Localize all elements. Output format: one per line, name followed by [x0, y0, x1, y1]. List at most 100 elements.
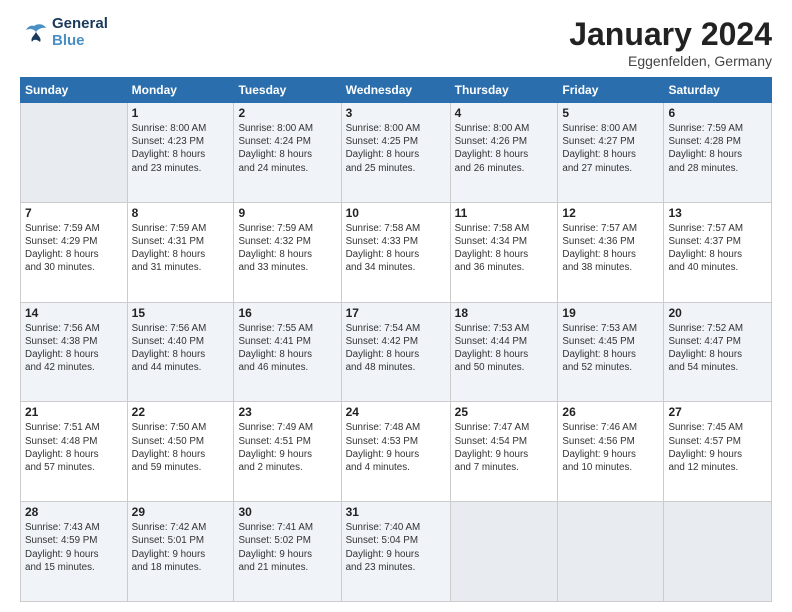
calendar-day-cell: 12Sunrise: 7:57 AMSunset: 4:36 PMDayligh… — [558, 202, 664, 302]
day-number: 8 — [132, 206, 230, 220]
location: Eggenfelden, Germany — [569, 53, 772, 69]
calendar-day-cell: 25 Sunrise: 7:47 AMSunset: 4:54 PMDayligh… — [450, 402, 558, 502]
calendar-day-cell: 19 Sunrise: 7:53 AMSunset: 4:45 PMDayligh… — [558, 302, 664, 402]
calendar-day-cell: 15 Sunrise: 7:56 AMSunset: 4:40 PMDayligh… — [127, 302, 234, 402]
day-info: Sunrise: 7:59 AMSunset: 4:32 PMDaylight:… — [238, 222, 336, 275]
calendar-day-cell: 17 Sunrise: 7:54 AMSunset: 4:42 PMDayligh… — [341, 302, 450, 402]
day-info: Sunrise: 7:52 AMSunset: 4:47 PMDaylight:… — [668, 322, 767, 375]
day-info: Sunrise: 7:54 AMSunset: 4:42 PMDaylight:… — [346, 322, 446, 375]
day-number: 22 — [132, 405, 230, 419]
day-number: 3 — [346, 106, 446, 120]
day-info: Sunrise: 7:56 AMSunset: 4:40 PMDaylight:… — [132, 322, 230, 375]
day-number: 21 — [25, 405, 123, 419]
calendar-day-cell: 9 Sunrise: 7:59 AMSunset: 4:32 PMDaylight… — [234, 202, 341, 302]
day-number: 31 — [346, 505, 446, 519]
day-info: Sunrise: 7:59 AMSunset: 4:28 PMDaylight:… — [668, 122, 767, 175]
calendar-week-row: 14Sunrise: 7:56 AMSunset: 4:38 PMDayligh… — [21, 302, 772, 402]
calendar-week-row: 28 Sunrise: 7:43 AMSunset: 4:59 PMDayligh… — [21, 502, 772, 602]
calendar-day-cell: 16 Sunrise: 7:55 AMSunset: 4:41 PMDayligh… — [234, 302, 341, 402]
day-info: Sunrise: 7:50 AMSunset: 4:50 PMDaylight:… — [132, 421, 230, 474]
logo-icon — [20, 22, 48, 44]
day-header-sunday: Sunday — [21, 78, 128, 103]
day-info: Sunrise: 8:00 AMSunset: 4:26 PMDaylight:… — [455, 122, 554, 175]
header: General Blue January 2024 Eggenfelden, G… — [20, 16, 772, 69]
logo-general: General — [52, 16, 108, 33]
day-header-monday: Monday — [127, 78, 234, 103]
day-number: 10 — [346, 206, 446, 220]
calendar-day-cell: 31 Sunrise: 7:40 AMSunset: 5:04 PMDayligh… — [341, 502, 450, 602]
day-info: Sunrise: 7:55 AMSunset: 4:41 PMDaylight:… — [238, 322, 336, 375]
calendar-day-cell — [664, 502, 772, 602]
day-number: 11 — [455, 206, 554, 220]
day-info: Sunrise: 7:59 AMSunset: 4:29 PMDaylight:… — [25, 222, 123, 275]
day-info: Sunrise: 8:00 AMSunset: 4:25 PMDaylight:… — [346, 122, 446, 175]
day-info: Sunrise: 7:41 AMSunset: 5:02 PMDaylight:… — [238, 521, 336, 574]
calendar-day-cell — [450, 502, 558, 602]
day-number: 15 — [132, 306, 230, 320]
calendar-week-row: 1 Sunrise: 8:00 AMSunset: 4:23 PMDaylight… — [21, 103, 772, 203]
day-number: 5 — [562, 106, 659, 120]
day-number: 19 — [562, 306, 659, 320]
day-number: 29 — [132, 505, 230, 519]
day-info: Sunrise: 7:43 AMSunset: 4:59 PMDaylight:… — [25, 521, 123, 574]
day-info: Sunrise: 7:42 AMSunset: 5:01 PMDaylight:… — [132, 521, 230, 574]
calendar-day-cell: 21Sunrise: 7:51 AMSunset: 4:48 PMDayligh… — [21, 402, 128, 502]
day-header-tuesday: Tuesday — [234, 78, 341, 103]
calendar-week-row: 7Sunrise: 7:59 AMSunset: 4:29 PMDaylight… — [21, 202, 772, 302]
calendar-day-cell: 18 Sunrise: 7:53 AMSunset: 4:44 PMDayligh… — [450, 302, 558, 402]
logo-text-block: General Blue — [52, 16, 108, 49]
calendar-day-cell: 1 Sunrise: 8:00 AMSunset: 4:23 PMDaylight… — [127, 103, 234, 203]
day-number: 18 — [455, 306, 554, 320]
title-block: January 2024 Eggenfelden, Germany — [569, 16, 772, 69]
calendar-day-cell: 23 Sunrise: 7:49 AMSunset: 4:51 PMDayligh… — [234, 402, 341, 502]
day-number: 23 — [238, 405, 336, 419]
calendar-day-cell: 24 Sunrise: 7:48 AMSunset: 4:53 PMDayligh… — [341, 402, 450, 502]
day-info: Sunrise: 8:00 AMSunset: 4:23 PMDaylight:… — [132, 122, 230, 175]
calendar-day-cell: 22 Sunrise: 7:50 AMSunset: 4:50 PMDayligh… — [127, 402, 234, 502]
calendar-day-cell — [558, 502, 664, 602]
day-info: Sunrise: 7:48 AMSunset: 4:53 PMDaylight:… — [346, 421, 446, 474]
day-number: 24 — [346, 405, 446, 419]
day-header-thursday: Thursday — [450, 78, 558, 103]
day-info: Sunrise: 7:58 AMSunset: 4:34 PMDaylight:… — [455, 222, 554, 275]
day-info: Sunrise: 7:46 AMSunset: 4:56 PMDaylight:… — [562, 421, 659, 474]
day-info: Sunrise: 7:47 AMSunset: 4:54 PMDaylight:… — [455, 421, 554, 474]
day-number: 1 — [132, 106, 230, 120]
day-info: Sunrise: 7:59 AMSunset: 4:31 PMDaylight:… — [132, 222, 230, 275]
calendar-day-cell: 26Sunrise: 7:46 AMSunset: 4:56 PMDayligh… — [558, 402, 664, 502]
day-number: 17 — [346, 306, 446, 320]
day-info: Sunrise: 7:40 AMSunset: 5:04 PMDaylight:… — [346, 521, 446, 574]
day-info: Sunrise: 8:00 AMSunset: 4:24 PMDaylight:… — [238, 122, 336, 175]
calendar-day-cell: 13Sunrise: 7:57 AMSunset: 4:37 PMDayligh… — [664, 202, 772, 302]
calendar-day-cell: 5Sunrise: 8:00 AMSunset: 4:27 PMDaylight… — [558, 103, 664, 203]
calendar-day-cell: 8 Sunrise: 7:59 AMSunset: 4:31 PMDaylight… — [127, 202, 234, 302]
day-info: Sunrise: 7:53 AMSunset: 4:45 PMDaylight:… — [562, 322, 659, 375]
day-info: Sunrise: 7:45 AMSunset: 4:57 PMDaylight:… — [668, 421, 767, 474]
day-number: 9 — [238, 206, 336, 220]
day-info: Sunrise: 7:58 AMSunset: 4:33 PMDaylight:… — [346, 222, 446, 275]
day-info: Sunrise: 7:57 AMSunset: 4:36 PMDaylight:… — [562, 222, 659, 275]
day-number: 2 — [238, 106, 336, 120]
calendar-day-cell: 10 Sunrise: 7:58 AMSunset: 4:33 PMDayligh… — [341, 202, 450, 302]
day-number: 25 — [455, 405, 554, 419]
day-number: 4 — [455, 106, 554, 120]
calendar-day-cell: 20 Sunrise: 7:52 AMSunset: 4:47 PMDayligh… — [664, 302, 772, 402]
day-number: 27 — [668, 405, 767, 419]
day-number: 16 — [238, 306, 336, 320]
day-number: 28 — [25, 505, 123, 519]
calendar-day-cell: 11 Sunrise: 7:58 AMSunset: 4:34 PMDayligh… — [450, 202, 558, 302]
day-number: 20 — [668, 306, 767, 320]
day-info: Sunrise: 7:53 AMSunset: 4:44 PMDaylight:… — [455, 322, 554, 375]
day-info: Sunrise: 7:57 AMSunset: 4:37 PMDaylight:… — [668, 222, 767, 275]
calendar-header-row: SundayMondayTuesdayWednesdayThursdayFrid… — [21, 78, 772, 103]
calendar-day-cell: 27 Sunrise: 7:45 AMSunset: 4:57 PMDayligh… — [664, 402, 772, 502]
page: General Blue January 2024 Eggenfelden, G… — [0, 0, 792, 612]
day-info: Sunrise: 7:49 AMSunset: 4:51 PMDaylight:… — [238, 421, 336, 474]
calendar-day-cell: 29 Sunrise: 7:42 AMSunset: 5:01 PMDayligh… — [127, 502, 234, 602]
day-number: 6 — [668, 106, 767, 120]
calendar-day-cell: 28 Sunrise: 7:43 AMSunset: 4:59 PMDayligh… — [21, 502, 128, 602]
calendar-day-cell — [21, 103, 128, 203]
calendar-day-cell: 7Sunrise: 7:59 AMSunset: 4:29 PMDaylight… — [21, 202, 128, 302]
calendar-day-cell: 14Sunrise: 7:56 AMSunset: 4:38 PMDayligh… — [21, 302, 128, 402]
calendar-day-cell: 2 Sunrise: 8:00 AMSunset: 4:24 PMDaylight… — [234, 103, 341, 203]
